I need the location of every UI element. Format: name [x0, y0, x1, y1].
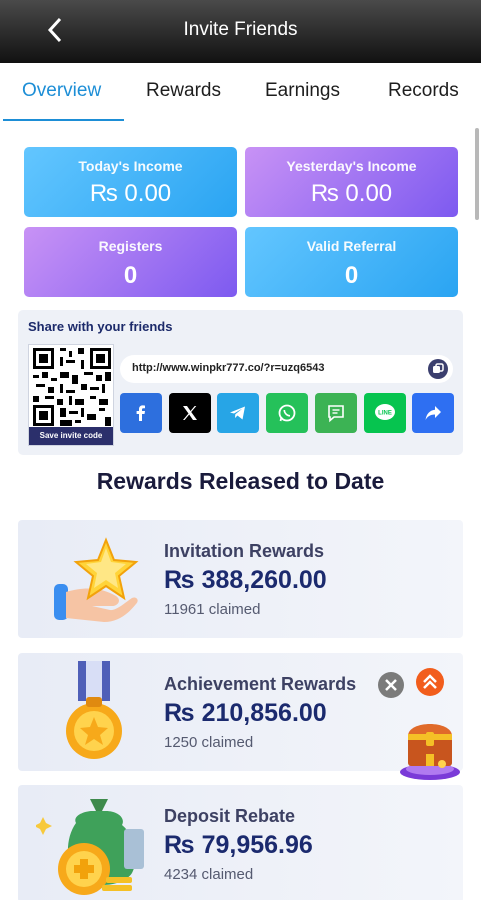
tab-earnings[interactable]: Earnings	[265, 80, 340, 102]
copy-icon[interactable]	[428, 359, 448, 379]
reward-claimed: 1250 claimed	[164, 734, 254, 751]
invite-link-field[interactable]: http://www.winpkr777.co/?r=uzq6543	[120, 355, 453, 383]
yesterday-income-card: Yesterday's Income ₨ 0.00	[245, 147, 458, 217]
reward-name: Achievement Rewards	[164, 674, 357, 694]
active-tab-indicator	[3, 119, 124, 121]
reward-claimed: 11961 claimed	[164, 601, 261, 618]
close-icon[interactable]	[378, 672, 404, 698]
achievement-rewards-card[interactable]: Achievement Rewards ₨ 210,856.00 1250 cl…	[18, 653, 463, 771]
rewards-section-title: Rewards Released to Date	[96, 468, 385, 494]
double-chevron-up-icon[interactable]	[416, 668, 444, 696]
share-panel: Share with your friends Save invite code	[18, 310, 463, 455]
tab-records[interactable]: Records	[388, 80, 459, 102]
reward-amount: ₨ 79,956.96	[164, 831, 313, 859]
stat-label: Today's Income	[78, 158, 183, 174]
message-icon[interactable]	[315, 393, 357, 433]
line-icon[interactable]: LINE	[364, 393, 406, 433]
valid-referral-card: Valid Referral 0	[245, 227, 458, 297]
share-title: Share with your friends	[28, 319, 173, 334]
scrollbar[interactable]	[475, 128, 479, 220]
reward-amount: ₨ 210,856.00	[164, 699, 327, 727]
svg-text:LINE: LINE	[378, 411, 392, 417]
stat-label: Valid Referral	[306, 238, 397, 254]
whatsapp-icon[interactable]	[266, 393, 308, 433]
stat-value: ₨ 0.00	[310, 180, 393, 207]
stat-value: 0	[344, 262, 359, 289]
qr-code-icon	[33, 348, 111, 426]
save-invite-code-button[interactable]: Save invite code	[29, 427, 113, 445]
telegram-icon[interactable]	[217, 393, 259, 433]
tab-overview[interactable]: Overview	[22, 80, 101, 102]
registers-card: Registers 0	[24, 227, 237, 297]
medal-icon	[36, 657, 148, 768]
invitation-rewards-card[interactable]: Invitation Rewards ₨ 388,260.00 11961 cl…	[18, 520, 463, 638]
stat-label: Registers	[98, 238, 163, 254]
share-icon[interactable]	[412, 393, 454, 433]
reward-name: Deposit Rebate	[164, 806, 296, 826]
reward-name: Invitation Rewards	[164, 541, 325, 561]
tab-rewards[interactable]: Rewards	[146, 80, 221, 102]
stat-label: Yesterday's Income	[286, 158, 417, 174]
top-bar: Invite Friends	[0, 0, 481, 63]
stat-value: ₨ 0.00	[89, 180, 172, 207]
treasure-chest-icon[interactable]	[398, 712, 462, 782]
stat-value: 0	[123, 262, 138, 289]
reward-claimed: 4234 claimed	[164, 866, 254, 883]
deposit-rebate-card[interactable]: Deposit Rebate ₨ 79,956.96 4234 claimed	[18, 785, 463, 900]
page-title: Invite Friends	[183, 19, 298, 40]
invite-link: http://www.winpkr777.co/?r=uzq6543	[132, 362, 325, 374]
facebook-icon[interactable]	[120, 393, 162, 433]
tab-bar: Overview Rewards Earnings Records	[0, 63, 481, 123]
money-bag-icon	[34, 793, 148, 900]
x-icon[interactable]	[169, 393, 211, 433]
star-hand-icon	[36, 526, 148, 637]
qr-code[interactable]: Save invite code	[28, 344, 114, 446]
today-income-card: Today's Income ₨ 0.00	[24, 147, 237, 217]
reward-amount: ₨ 388,260.00	[164, 566, 327, 594]
